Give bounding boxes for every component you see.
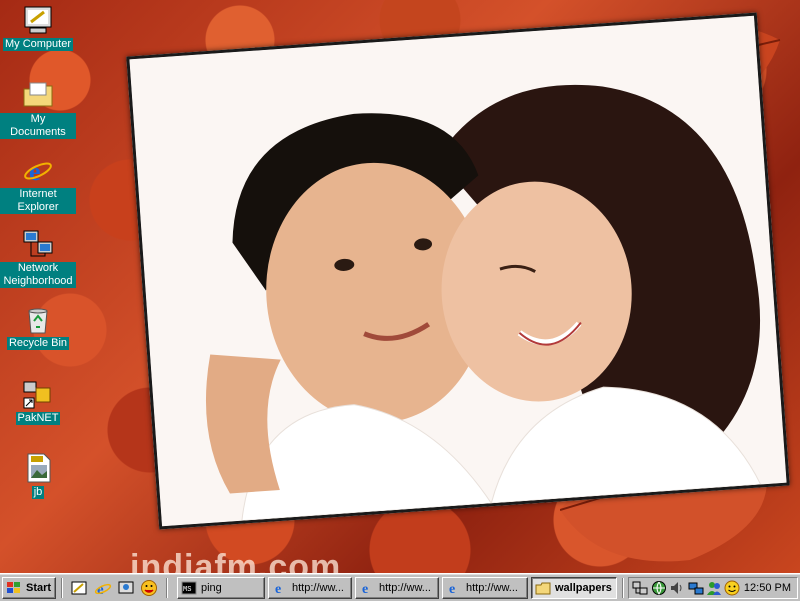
desktop-icon-my-computer[interactable]: My Computer <box>0 4 76 51</box>
internet-explorer-icon[interactable]: e <box>94 579 112 597</box>
connection-icon[interactable] <box>688 580 704 596</box>
network-icon <box>23 230 53 257</box>
desktop-icon-label: Recycle Bin <box>6 337 70 350</box>
internet-explorer-icon: e <box>362 582 368 596</box>
msdos-icon: MS <box>181 581 197 595</box>
svg-text:e: e <box>97 582 104 597</box>
task-button-browser[interactable]: e http://ww... <box>268 577 352 599</box>
svg-text:e: e <box>275 582 281 596</box>
task-label: http://ww... <box>466 582 518 594</box>
messenger-tray-icon[interactable] <box>706 580 722 596</box>
show-desktop-icon[interactable] <box>70 579 88 597</box>
internet-explorer-icon: e <box>449 582 455 596</box>
my-computer-icon <box>24 6 52 34</box>
internet-explorer-icon: e <box>275 582 281 596</box>
desktop-icon-my-documents[interactable]: My Documents <box>0 79 76 139</box>
task-button-ping[interactable]: MS ping <box>177 577 265 599</box>
start-button[interactable]: Start <box>2 577 56 599</box>
desktop-icon-label: My Documents <box>0 113 76 139</box>
folder-icon <box>535 582 551 595</box>
desktop-icon-label: Internet Explorer <box>0 188 76 214</box>
smiley-icon[interactable] <box>724 580 740 596</box>
jpg-file-icon <box>27 453 51 483</box>
start-label: Start <box>26 582 52 594</box>
wallpaper-watermark: indiafm.com <box>130 548 342 573</box>
task-label: http://ww... <box>379 582 431 594</box>
globe-tray-icon[interactable] <box>651 580 667 596</box>
windows-logo-icon <box>7 582 20 593</box>
desktop-wallpaper: My Computer My Documents e Internet Expl… <box>0 0 800 573</box>
svg-text:e: e <box>29 157 41 186</box>
network-tray-icon[interactable] <box>632 580 648 596</box>
desktop-icon-paknet[interactable]: PakNET <box>0 378 76 425</box>
task-label: wallpapers <box>555 582 612 594</box>
task-button-browser[interactable]: e http://ww... <box>355 577 439 599</box>
svg-text:e: e <box>449 582 455 596</box>
svg-text:e: e <box>362 582 368 596</box>
desktop-icon-recycle-bin[interactable]: Recycle Bin <box>0 303 76 350</box>
desktop-icon-label: My Computer <box>2 38 74 51</box>
desktop-icon-label: PakNET <box>15 412 61 425</box>
channels-icon[interactable] <box>117 579 135 597</box>
desktop-icon-label: Network Neighborhood <box>0 262 76 288</box>
taskbar-separator <box>61 578 63 598</box>
clock[interactable]: 12:50 PM <box>744 582 791 594</box>
task-label: ping <box>201 582 222 594</box>
messenger-icon[interactable] <box>140 579 158 597</box>
recycle-bin-icon <box>28 308 48 334</box>
task-button-wallpapers[interactable]: wallpapers <box>531 577 617 599</box>
desktop-icon-label: jb <box>31 486 45 499</box>
taskbar-separator <box>166 578 168 598</box>
task-label: http://ww... <box>292 582 344 594</box>
folder-icon <box>23 82 53 107</box>
desktop-icon-jb[interactable]: jb <box>0 452 76 499</box>
task-button-browser[interactable]: e http://ww... <box>442 577 528 599</box>
taskbar: Start e MS ping e http://ww... e http://… <box>0 573 800 601</box>
internet-explorer-icon: e <box>24 157 52 186</box>
paknet-shortcut-icon <box>23 381 51 409</box>
svg-text:MS: MS <box>183 586 191 594</box>
photo-frame <box>126 12 790 530</box>
system-tray: 12:50 PM <box>628 577 798 599</box>
couple-photo <box>129 15 787 527</box>
desktop-icon-network-neighborhood[interactable]: Network Neighborhood <box>0 228 76 288</box>
desktop-icon-internet-explorer[interactable]: e Internet Explorer <box>0 154 76 214</box>
speaker-icon[interactable] <box>669 580 685 596</box>
taskbar-separator <box>622 578 624 598</box>
